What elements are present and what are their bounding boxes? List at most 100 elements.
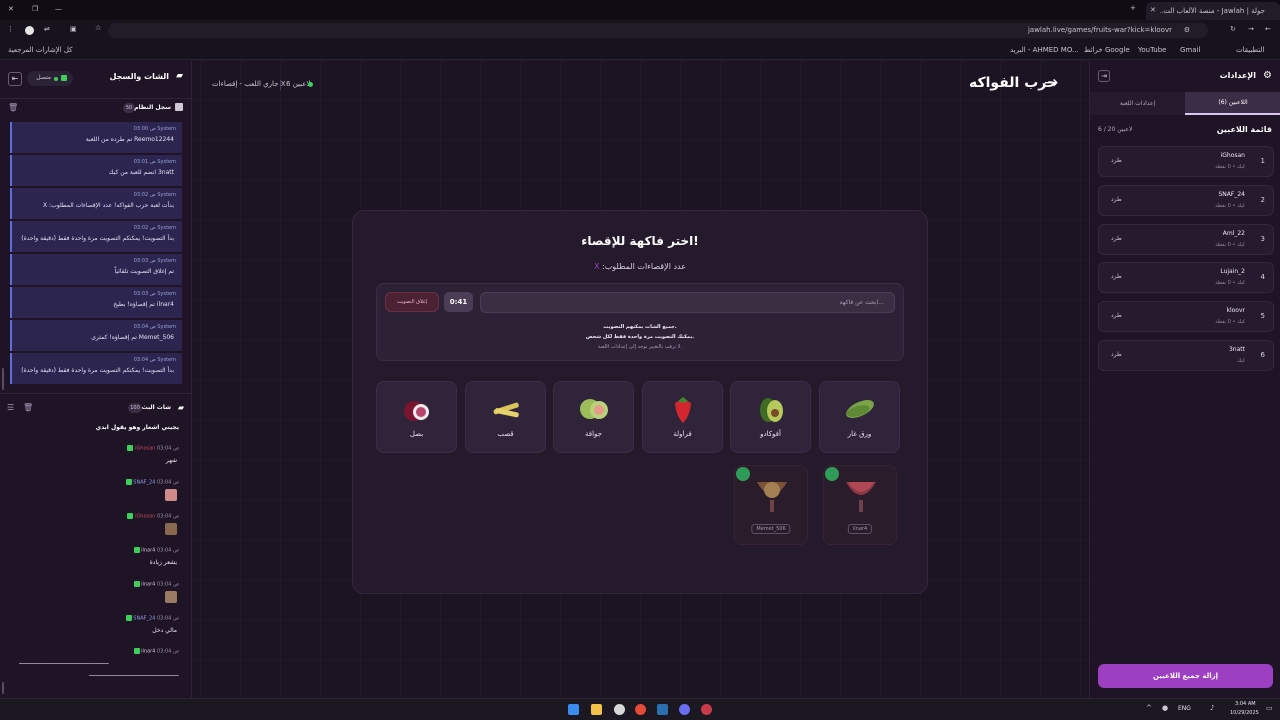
clock-time[interactable]: 3:04 AM: [1235, 701, 1256, 707]
log-entry: 03:04 ص System بدأ التصويت! يمكنكم التصوي…: [10, 353, 182, 384]
info-line-3: لا ترفب بالتغيير توجه إلى إعدادات اللعبة…: [597, 344, 683, 350]
collapse-panel-icon[interactable]: ⇥: [1098, 70, 1110, 82]
new-tab-icon[interactable]: +: [1130, 4, 1136, 12]
tab-close-icon[interactable]: ✕: [1150, 6, 1156, 14]
all-bookmarks[interactable]: كل الإشارات المرجعية: [8, 46, 73, 54]
minimize-window-icon[interactable]: —: [55, 5, 62, 13]
scrollbar[interactable]: [2, 682, 4, 694]
chat-message-meta: iGhosan 03:04 ص: [127, 513, 179, 520]
settings-icon[interactable]: [614, 704, 625, 715]
chat-message-meta: ilnar4 03:04 ص: [133, 581, 179, 588]
back-icon[interactable]: ←: [1265, 25, 1271, 33]
close-window-icon[interactable]: ✕: [8, 5, 14, 13]
kick-player-button[interactable]: طرد: [1111, 235, 1122, 242]
game-state-text: جاري اللعب - إقصاءات X: [212, 80, 286, 88]
steam-icon[interactable]: [657, 704, 668, 715]
fruit-card-bay-leaf[interactable]: ورق غار: [819, 381, 900, 453]
app-icon[interactable]: [701, 704, 712, 715]
scrollbar[interactable]: [2, 368, 4, 390]
tab-players[interactable]: اللاعبين (6): [1185, 92, 1280, 115]
chat-title: شات البث: [141, 404, 171, 411]
gear-icon: ⚙: [1263, 70, 1272, 81]
chat-message-text: ــــــــــــــــــــــــــــــــــــــــ…: [19, 659, 109, 666]
fruit-card-strawberry[interactable]: فراولة: [642, 381, 723, 453]
bookmark-maps[interactable]: خرائط Google: [1084, 46, 1130, 54]
fruit-card-guava[interactable]: جوافة: [553, 381, 634, 453]
address-bar[interactable]: jawlah.live/games/fruits-war?kick=kloovr…: [108, 23, 1208, 38]
player-row: 3 Aml_22 كيك • 0 نقطة طرد: [1098, 224, 1274, 255]
divider: [280, 80, 281, 90]
reload-icon[interactable]: ↻: [1230, 25, 1236, 33]
avocado-icon: [759, 398, 783, 422]
active-tab[interactable]: ✕ جولة | Jawlah - منصة الألعاب الت...: [1146, 2, 1280, 20]
kick-icon: [125, 479, 132, 485]
tab-game-settings[interactable]: إعدادات اللعبة: [1090, 92, 1185, 115]
panel-title: الشات والسجل: [109, 72, 169, 81]
settings-title: الإعدادات: [1219, 71, 1256, 80]
site-settings-icon[interactable]: ⚙: [1184, 26, 1190, 34]
search-placeholder: ابحث عن فاكهة...: [839, 299, 884, 306]
online-dot: [308, 82, 313, 87]
fruit-card-onion[interactable]: بصل: [376, 381, 457, 453]
bookmark-apps[interactable]: التطبيقات: [1236, 46, 1264, 54]
settings-panel: ⚙ الإعدادات ⇥ اللاعبين (6) إعدادات اللعب…: [1089, 60, 1280, 698]
mic-icon[interactable]: ●: [1162, 704, 1168, 712]
language-indicator[interactable]: ENG: [1178, 705, 1191, 712]
divider: [0, 98, 191, 99]
kick-player-button[interactable]: طرد: [1111, 157, 1122, 164]
kick-player-button[interactable]: طرد: [1111, 312, 1122, 319]
filter-icon[interactable]: ☰: [7, 403, 14, 412]
log-entry: 03:03 ص System ilnar4 تم إقصاؤه! بطيخ: [10, 287, 182, 318]
close-vote-button[interactable]: إغلاق التصويت: [385, 292, 439, 312]
windows-taskbar: ^ ● ENG ♪ 3:04 AM 10/29/2025 ▭: [0, 698, 1280, 720]
check-icon: [736, 467, 750, 481]
kick-player-button[interactable]: طرد: [1111, 196, 1122, 203]
status-badge: متصل: [27, 71, 73, 86]
menu-icon[interactable]: ⋮: [7, 25, 14, 33]
start-icon[interactable]: [568, 704, 579, 715]
clear-log-icon[interactable]: 🗑: [8, 103, 18, 112]
eliminated-player: ilnar4: [847, 524, 873, 534]
player-row: 6 3natt كيك طرد: [1098, 340, 1274, 371]
remove-all-players-button[interactable]: إزالة جميع اللاعبين: [1098, 664, 1273, 688]
back-arrow-icon[interactable]: →: [1044, 73, 1058, 93]
chat-count: 100: [128, 403, 142, 413]
notification-icon[interactable]: ▭: [1266, 704, 1273, 712]
players-list-title: قائمة اللاعبين: [1216, 125, 1272, 134]
chat-message-text: يجيني اشعار وهو يقول ابدي: [95, 424, 179, 431]
kick-player-button[interactable]: طرد: [1111, 273, 1122, 280]
discord-icon[interactable]: [679, 704, 690, 715]
fruit-search-input[interactable]: ابحث عن فاكهة...: [480, 292, 895, 313]
forward-icon[interactable]: →: [1248, 25, 1254, 33]
vote-title: اختر فاكهة للإقصاء!: [581, 234, 699, 248]
player-row: 5 kloovr كيك • 0 نقطة طرد: [1098, 301, 1274, 332]
bookmark-star-icon[interactable]: ☆: [95, 24, 101, 32]
extension-puzzle-icon[interactable]: ▣: [70, 25, 77, 33]
tray-chevron-icon[interactable]: ^: [1146, 704, 1152, 712]
volume-icon[interactable]: ♪: [1210, 704, 1214, 712]
check-icon: [825, 467, 839, 481]
guava-icon: [579, 399, 608, 419]
file-explorer-icon[interactable]: [591, 704, 602, 715]
bookmark-mail[interactable]: البريد - AHMED MO...: [1010, 46, 1079, 54]
bay-leaf-icon: [845, 400, 874, 418]
fruit-label: ورق غار: [847, 430, 872, 438]
fruit-card-sugarcane[interactable]: قصب: [465, 381, 546, 453]
bookmark-youtube[interactable]: YouTube: [1138, 46, 1166, 54]
collapse-panel-icon[interactable]: ⇤: [8, 72, 22, 86]
bookmark-gmail[interactable]: Gmail: [1180, 46, 1200, 54]
vote-subtitle: عدد الإقصاءات المطلوب: X: [352, 262, 928, 271]
subtitle-value: X: [593, 262, 600, 271]
clock-date[interactable]: 10/29/2025: [1230, 710, 1259, 716]
clear-chat-icon[interactable]: 🗑: [23, 403, 33, 412]
fruit-card-avocado[interactable]: أفوكادو: [730, 381, 811, 453]
log-entry: 03:02 ص System بدأ التصويت! يمكنكم التصوي…: [10, 221, 182, 252]
fruit-label: أفوكادو: [760, 430, 781, 438]
extensions-icon[interactable]: ⇌: [44, 25, 50, 33]
profile-avatar[interactable]: [25, 26, 34, 35]
kick-player-button[interactable]: طرد: [1111, 351, 1122, 358]
chrome-icon[interactable]: [635, 704, 646, 715]
fruit-label: جوافة: [585, 430, 602, 438]
log-entry: 03:00 ص System Reemo12244 تم طرده من اللع…: [10, 122, 182, 153]
restore-window-icon[interactable]: ❐: [32, 5, 38, 13]
